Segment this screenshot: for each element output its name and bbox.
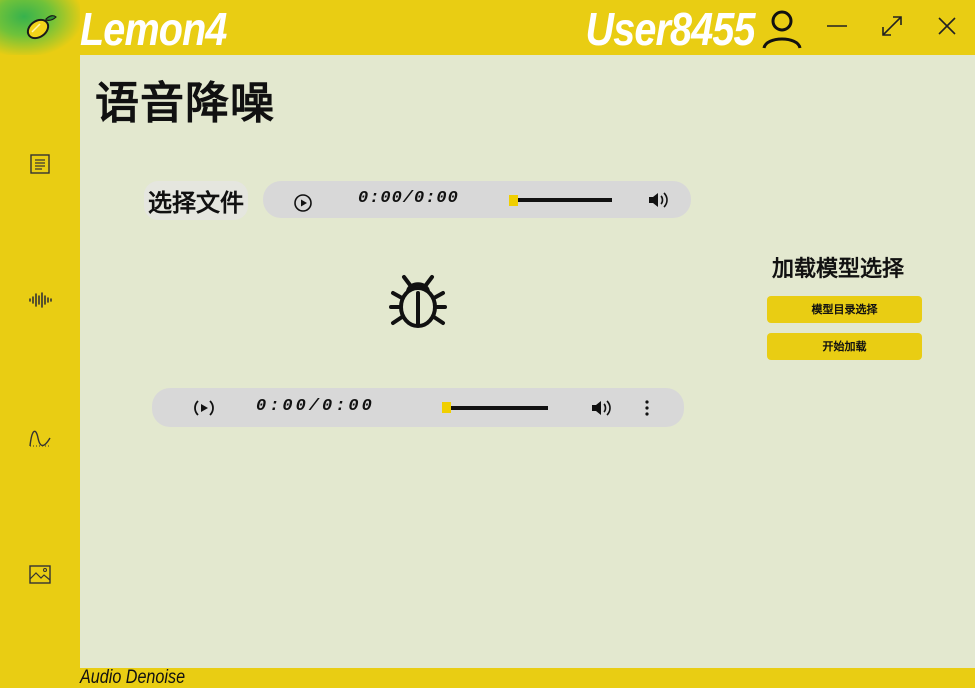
document-icon[interactable] — [28, 152, 52, 176]
input-audio-player: 0:00/0:00 — [263, 181, 691, 218]
start-load-button[interactable]: 开始加载 — [767, 333, 922, 360]
output-audio-player: 0:00/0:00 — [152, 388, 684, 427]
volume-icon[interactable] — [647, 190, 669, 210]
input-progress-knob[interactable] — [509, 195, 518, 206]
status-bar: Audio Denoise — [0, 667, 975, 688]
waveform-icon[interactable] — [28, 288, 52, 312]
play-icon[interactable] — [193, 398, 215, 418]
model-directory-button[interactable]: 模型目录选择 — [767, 296, 922, 323]
input-progress-track[interactable] — [509, 198, 612, 202]
minimize-icon[interactable] — [823, 12, 851, 40]
output-time-display: 0:00/0:00 — [256, 397, 375, 416]
status-text: Audio Denoise — [80, 667, 186, 688]
lemon-logo-icon — [26, 15, 57, 40]
user-name: User8455 — [585, 3, 756, 55]
select-file-button[interactable]: 选择文件 — [144, 181, 248, 220]
page-title: 语音降噪 — [95, 78, 275, 129]
play-icon[interactable] — [293, 193, 313, 213]
bug-icon — [389, 275, 447, 328]
volume-icon[interactable] — [590, 398, 612, 418]
user-icon[interactable] — [760, 8, 804, 50]
output-progress-track[interactable] — [442, 406, 548, 410]
curve-icon[interactable] — [28, 426, 52, 450]
more-options-icon[interactable] — [642, 399, 652, 417]
maximize-icon[interactable] — [878, 12, 906, 40]
input-time-display: 0:00/0:00 — [358, 189, 459, 208]
model-heading: 加载模型选择 — [772, 257, 905, 282]
close-icon[interactable] — [933, 12, 961, 40]
main-content: 语音降噪 选择文件 0:00/0:00 0:00/0:00 加载模型选择 模型目… — [80, 55, 975, 668]
output-progress-knob[interactable] — [442, 402, 451, 413]
title-bar: Lemon4 User8455 — [0, 0, 975, 55]
sidebar — [0, 55, 80, 668]
image-icon[interactable] — [28, 563, 52, 587]
app-title: Lemon4 — [80, 3, 227, 55]
